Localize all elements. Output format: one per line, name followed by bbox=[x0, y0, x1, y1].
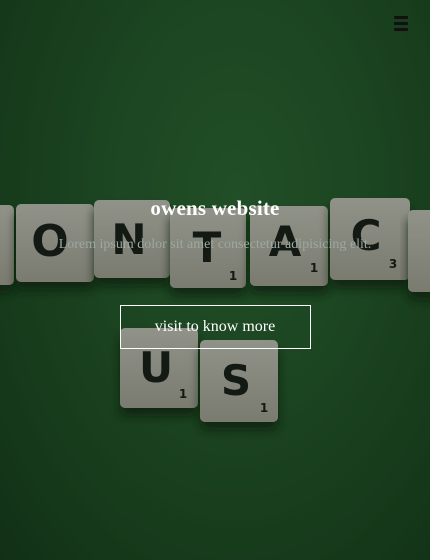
hero-content: owens website Lorem ipsum dolor sit amet… bbox=[0, 196, 430, 349]
hamburger-menu-icon[interactable] bbox=[394, 16, 408, 32]
hero-section: O N T 1 A 1 C 3 U 1 S 1 owens website Lo… bbox=[0, 0, 430, 560]
visit-more-button[interactable]: visit to know more bbox=[119, 305, 311, 349]
site-title: owens website bbox=[150, 196, 280, 220]
hero-tagline: Lorem ipsum dolor sit amet consectetur a… bbox=[58, 237, 372, 252]
